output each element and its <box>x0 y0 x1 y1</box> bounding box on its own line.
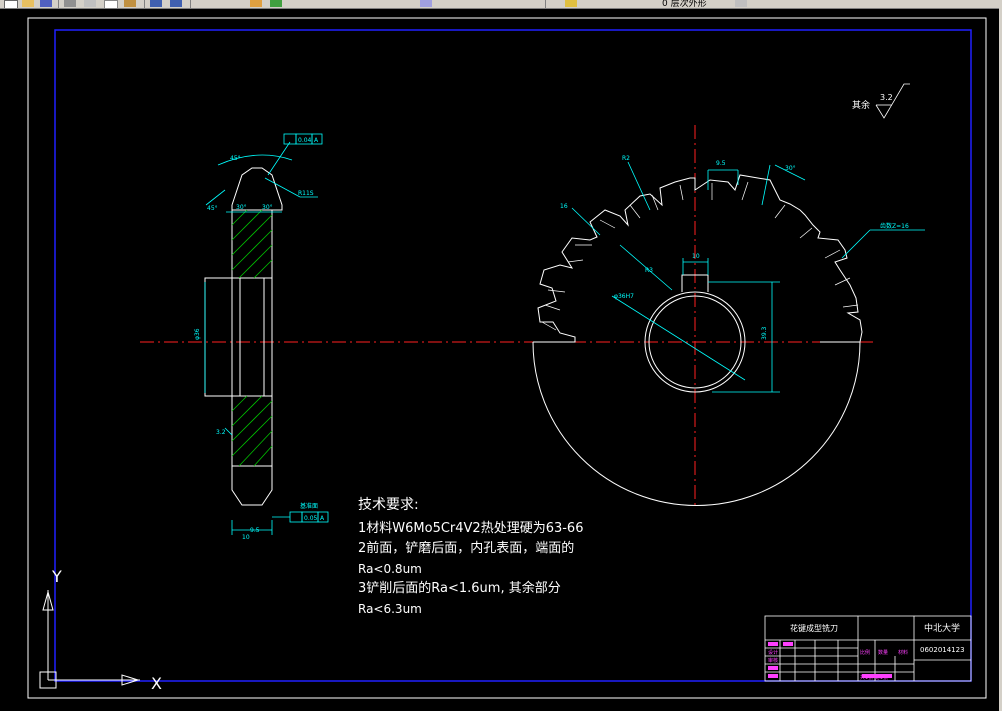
side-view <box>204 167 283 506</box>
dim-radius-c: R3 <box>645 267 653 274</box>
toolbar-separator <box>190 0 191 8</box>
dim-tol-ref-bottom: A <box>320 515 325 522</box>
dim-bore-d: φ36H7 <box>614 293 634 300</box>
roughness-rest-value: 3.2 <box>880 93 893 102</box>
dim-tip-r1: R2 <box>622 155 630 162</box>
save-icon[interactable] <box>40 0 52 7</box>
cutter-front-view <box>532 174 863 506</box>
section-hatch <box>231 209 273 467</box>
dim-gap-w: 9.5 <box>716 160 726 167</box>
dim-width-core: 9.5 <box>250 527 260 534</box>
dim-chamfer-left: 45° <box>207 205 218 212</box>
dim-datum-bottom: 基准面 <box>300 502 318 510</box>
open-icon[interactable] <box>22 0 34 7</box>
notes-line-2: 2前面，铲磨后面，内孔表面，端面的 <box>358 541 575 556</box>
properties-icon[interactable] <box>420 0 432 7</box>
title-block-magenta-cell <box>768 666 778 670</box>
cut-icon[interactable] <box>84 0 96 7</box>
dim-side-ra: 3.2 <box>216 429 226 436</box>
dim-left: 16 <box>560 203 568 210</box>
dim-width-total: 10 <box>242 534 250 541</box>
title-block-magenta-cell <box>768 674 778 678</box>
dim-radius: R11S <box>298 190 314 197</box>
dim-bore-v: φ36 <box>194 328 201 340</box>
dim-angle-a1: 30° <box>236 204 247 211</box>
dim-tol-top: 0.04 <box>298 137 312 144</box>
notes-line-3: Ra<0.8um <box>358 562 422 576</box>
front-dimensions <box>571 161 925 393</box>
layer-icon[interactable] <box>565 0 577 7</box>
title-designer-label: 设计 <box>768 649 778 656</box>
toolbar-separator <box>545 0 546 8</box>
paste-icon[interactable] <box>124 0 136 7</box>
notes-line-5: Ra<6.3um <box>358 602 422 616</box>
print-icon[interactable] <box>64 0 76 7</box>
title-sheet: 共1张 第1张 <box>860 674 888 681</box>
ucs-y-label: Y <box>51 567 62 586</box>
tooth-profiles <box>541 181 859 331</box>
ucs-x-label: X <box>151 674 162 693</box>
title-checker-label: 审核 <box>768 657 778 664</box>
technical-notes: 技术要求: 1材料W6Mo5Cr4V2热处理硬为63-66 2前面，铲磨后面，内… <box>358 495 583 619</box>
toolbar-separator <box>144 0 145 8</box>
zoom-icon[interactable] <box>270 0 282 7</box>
title-part-name: 花键成型铣刀 <box>790 623 838 633</box>
side-dimensions <box>204 141 318 535</box>
dim-angle-right: 30° <box>785 165 796 172</box>
title-scale-label: 比例 <box>860 649 870 656</box>
title-drawing-no: 0602014123 <box>920 646 965 654</box>
pan-icon[interactable] <box>250 0 262 7</box>
notes-line-4: 3铲削后面的Ra<1.6um, 其余部分 <box>358 581 561 596</box>
title-block-magenta-cell <box>768 642 778 646</box>
title-block-magenta-cell <box>783 642 793 646</box>
dim-keyway-h: 39.3 <box>761 326 768 340</box>
title-material-label: 材料 <box>898 649 908 656</box>
notes-line-1: 1材料W6Mo5Cr4V2热处理硬为63-66 <box>358 521 584 536</box>
undo-icon[interactable] <box>150 0 162 7</box>
title-school: 中北大学 <box>924 622 960 634</box>
dim-angle-top: 45° <box>230 155 241 162</box>
notes-heading: 技术要求: <box>358 497 419 513</box>
dim-tol-bottom: 0.05 <box>304 515 318 522</box>
dim-tol-ref-top: A <box>314 137 319 144</box>
dim-slot-w: 10 <box>692 253 700 260</box>
title-qty-label: 数量 <box>878 649 888 656</box>
dim-angle-a2: 30° <box>262 204 273 211</box>
roughness-rest-label: 其余 <box>852 99 870 111</box>
layer-dropdown-icon[interactable] <box>735 0 747 7</box>
redo-icon[interactable] <box>170 0 182 7</box>
toolbar-separator <box>58 0 59 8</box>
dim-teeth-count: 齿数Z=16 <box>880 222 909 230</box>
